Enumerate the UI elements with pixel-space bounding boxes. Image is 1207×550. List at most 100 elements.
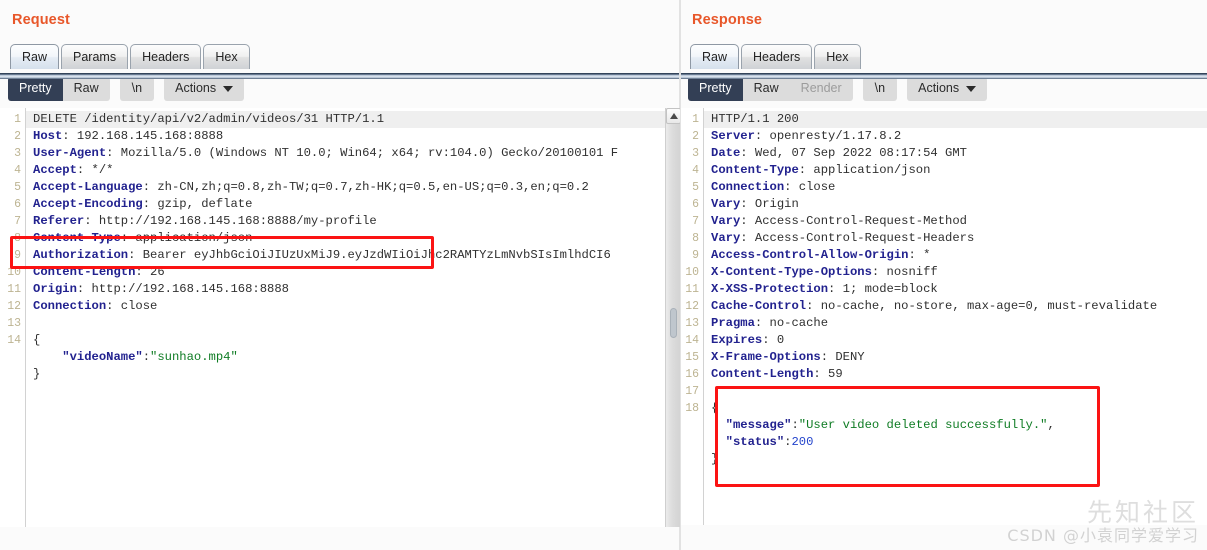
response-tab-headers[interactable]: Headers — [741, 44, 813, 69]
code-token: : DENY — [820, 350, 865, 364]
request-tab-headers-label: Headers — [142, 50, 190, 64]
line-number: 5 — [692, 181, 699, 194]
request-tab-headers[interactable]: Headers — [130, 44, 202, 69]
line-number: 8 — [14, 232, 21, 245]
request-editor[interactable]: 1 2 3 4 5 6 7 8 9 10 11 12 13 14 DELETE /identity/api… — [0, 108, 680, 527]
response-pretty-button[interactable]: Pretty — [688, 77, 743, 101]
code-line: Content-Length: 59 — [704, 366, 1207, 383]
code-line: Date: Wed, 07 Sep 2022 08:17:54 GMT — [704, 145, 1207, 162]
request-tab-params[interactable]: Params — [61, 44, 129, 69]
line-number: 10 — [685, 266, 699, 279]
code-token: X-Frame-Options — [711, 350, 821, 364]
response-tab-raw[interactable]: Raw — [690, 44, 740, 69]
code-token: DELETE /identity/api/v2/admin/videos/31 … — [33, 112, 385, 126]
request-tab-raw[interactable]: Raw — [10, 44, 60, 69]
request-panel-title: Request — [12, 12, 70, 28]
code-token: Host — [33, 129, 63, 143]
code-token: Expires — [711, 333, 763, 347]
response-code-area[interactable]: HTTP/1.1 200 Server: openresty/1.17.8.2 Da… — [704, 108, 1207, 525]
line-number — [680, 451, 703, 468]
code-line: Vary: Access-Control-Request-Method — [704, 213, 1207, 230]
line-number — [680, 434, 703, 451]
request-pretty-button[interactable]: Pretty — [8, 77, 63, 101]
line-number: 1 — [692, 113, 699, 126]
line-number: 5 — [14, 181, 21, 194]
chevron-down-icon — [223, 86, 234, 92]
code-line: User-Agent: Mozilla/5.0 (Windows NT 10.0… — [26, 145, 680, 162]
code-line: Content-Length: 26 — [26, 264, 680, 281]
code-token: Content-Length — [711, 367, 814, 381]
code-line: Pragma: no-cache — [704, 315, 1207, 332]
response-editor[interactable]: 1 2 3 4 5 6 7 8 9 10 11 12 13 14 15 16 17 18 HTTP/1.1 200… — [680, 108, 1207, 525]
scroll-up-arrow-icon[interactable] — [666, 108, 680, 124]
code-line: Authorization: Bearer eyJhbGciOiJIUzUxMi… — [26, 247, 680, 264]
response-tab-hex[interactable]: Hex — [814, 44, 861, 69]
code-token: } — [33, 367, 41, 381]
line-number: 7 — [692, 215, 699, 228]
code-token: : no-cache — [754, 316, 829, 330]
code-token: "message" — [725, 418, 792, 432]
line-number: 4 — [692, 164, 699, 177]
code-token: "sunhao.mp4" — [150, 350, 238, 364]
request-raw-button[interactable]: Raw — [62, 77, 110, 101]
code-line: Referer: http://192.168.145.168:8888/my-… — [26, 213, 680, 230]
request-tab-params-label: Params — [73, 50, 117, 64]
line-number: 18 — [685, 402, 699, 415]
code-token: Access-Control-Allow-Origin — [711, 248, 909, 262]
code-token: : Access-Control-Request-Method — [740, 214, 967, 228]
chevron-down-icon — [966, 86, 977, 92]
code-line: "status":200 — [704, 434, 1207, 451]
code-token: : http://192.168.145.168:8888 — [76, 282, 289, 296]
line-number: 10 — [7, 266, 21, 279]
request-tab-raw-label: Raw — [22, 50, 48, 64]
code-line: X-XSS-Protection: 1; mode=block — [704, 281, 1207, 298]
code-token: Accept — [33, 163, 77, 177]
response-tab-underline — [680, 73, 1207, 79]
line-number: 6 — [692, 198, 699, 211]
code-token: Date — [711, 146, 741, 160]
code-line: Accept-Language: zh-CN,zh;q=0.8,zh-TW;q=… — [26, 179, 680, 196]
code-token: : http://192.168.145.168:8888/my-profile — [84, 214, 377, 228]
code-token: : — [142, 350, 151, 364]
code-token: X-Content-Type-Options — [711, 265, 872, 279]
request-line-numbers: 1 2 3 4 5 6 7 8 9 10 11 12 13 14 — [0, 108, 26, 527]
request-scroll-thumb[interactable] — [670, 308, 677, 338]
request-tab-hex-label: Hex — [215, 50, 238, 64]
request-newline-button[interactable]: \n — [119, 77, 155, 101]
response-newline-button[interactable]: \n — [862, 77, 898, 101]
line-number: 13 — [7, 317, 21, 330]
request-actions-button[interactable]: Actions — [164, 77, 245, 101]
code-line: Connection: close — [704, 179, 1207, 196]
request-code-area[interactable]: DELETE /identity/api/v2/admin/videos/31 … — [26, 108, 680, 527]
code-line: Content-Type: application/json — [704, 162, 1207, 179]
code-line: { — [704, 400, 1207, 417]
response-actions-button[interactable]: Actions — [907, 77, 988, 101]
line-number: 12 — [7, 300, 21, 313]
line-number: 12 — [685, 300, 699, 313]
code-token: : 1; mode=block — [828, 282, 938, 296]
burp-repeater-window: Request Raw Params Headers Hex Pretty Ra… — [0, 0, 1207, 550]
request-tab-hex[interactable]: Hex — [203, 44, 250, 69]
response-render-button[interactable]: Render — [789, 77, 853, 101]
code-token: Server — [711, 129, 755, 143]
code-token: : Mozilla/5.0 (Windows NT 10.0; Win64; x… — [106, 146, 619, 160]
line-number: 2 — [692, 130, 699, 143]
response-tab-raw-label: Raw — [702, 50, 728, 64]
code-line: Host: 192.168.145.168:8888 — [26, 128, 680, 145]
code-token: , — [1047, 418, 1055, 432]
response-raw-button[interactable]: Raw — [742, 77, 790, 101]
code-token: : */* — [76, 163, 114, 177]
request-vertical-scrollbar[interactable] — [665, 108, 680, 527]
line-number: 1 — [14, 113, 21, 126]
code-token: Content-Length — [33, 265, 136, 279]
line-number: 13 — [685, 317, 699, 330]
response-tab-headers-label: Headers — [753, 50, 801, 64]
code-token: : zh-CN,zh;q=0.8,zh-TW;q=0.7,zh-HK;q=0.5… — [142, 180, 589, 194]
code-token: Vary — [711, 214, 741, 228]
code-token: Connection — [33, 299, 107, 313]
code-token: : 26 — [135, 265, 165, 279]
code-token: Vary — [711, 197, 741, 211]
code-line: X-Content-Type-Options: nosniff — [704, 264, 1207, 281]
response-panel: Response Raw Headers Hex Pretty Raw Rend… — [680, 0, 1207, 550]
